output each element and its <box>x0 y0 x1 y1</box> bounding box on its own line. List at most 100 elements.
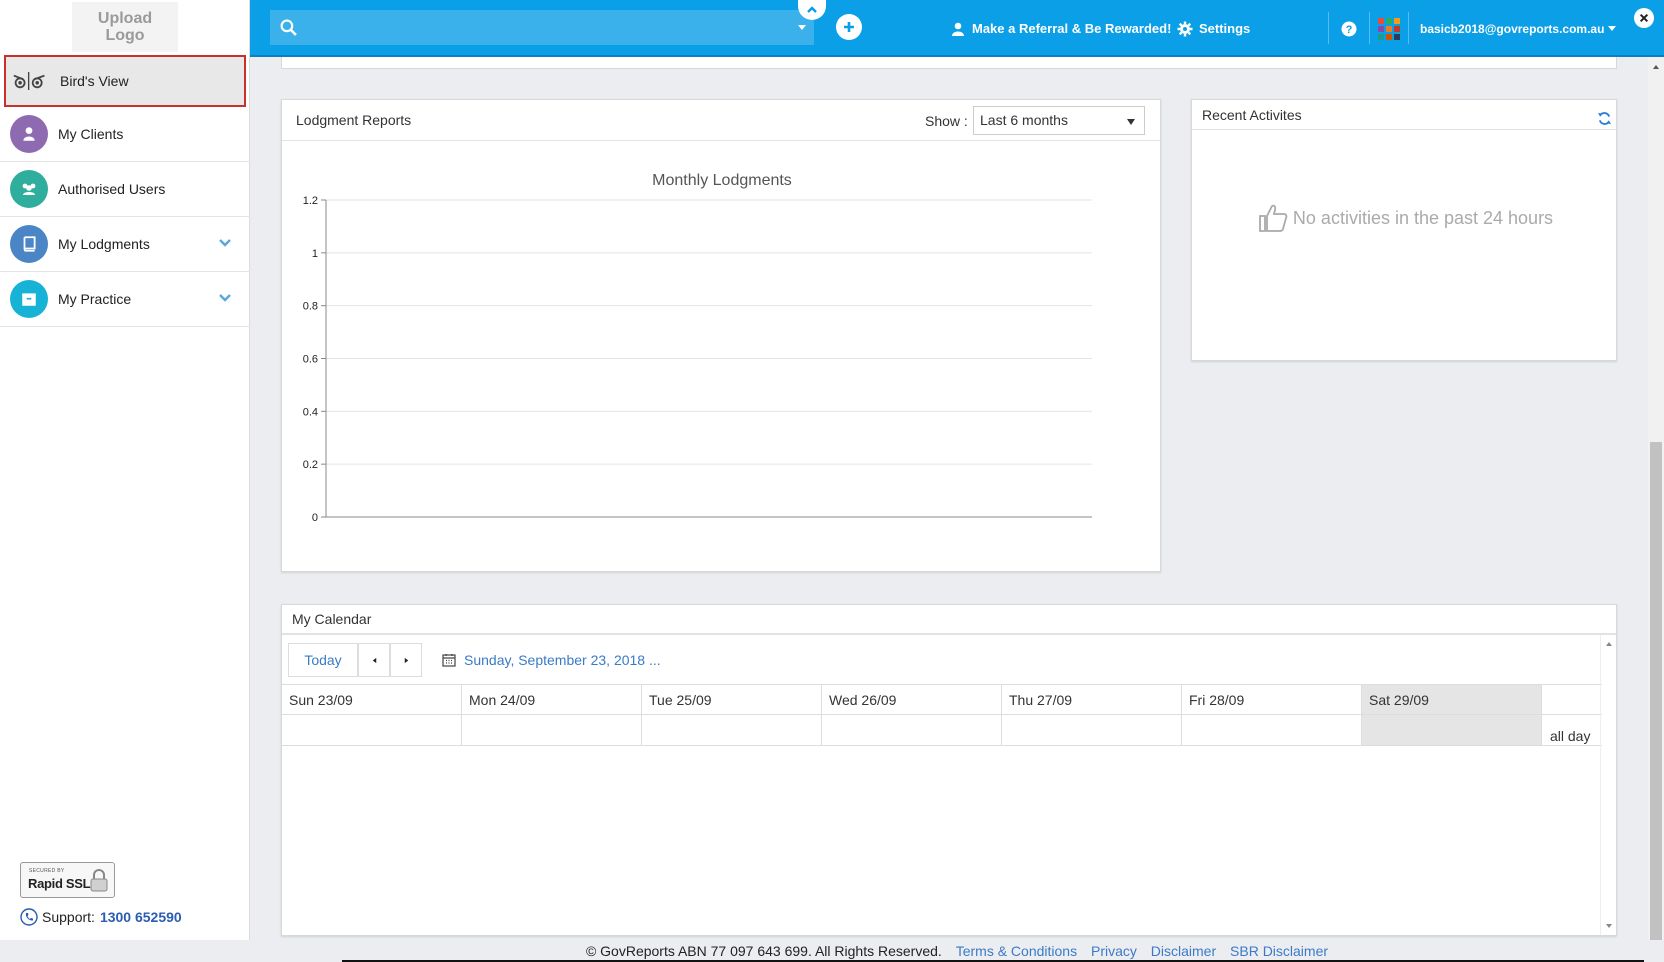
empty-state: No activities in the past 24 hours <box>1192 202 1618 234</box>
rapid-ssl-badge[interactable]: SECURED BY Rapid SSL <box>20 862 115 898</box>
sidebar-item-my-lodgments[interactable]: My Lodgments <box>0 217 250 272</box>
calendar-grid: Sun 23/09 Mon 24/09 Tue 25/09 Wed 26/09 … <box>282 684 1602 746</box>
phone-icon <box>20 908 38 926</box>
lock-icon <box>90 869 108 892</box>
lodgment-reports-panel: Lodgment Reports Show : Last 6 months Mo… <box>281 99 1161 572</box>
monthly-lodgments-chart: 1.2 1 0.8 0.6 0.4 0.2 0 <box>303 195 1092 524</box>
day-header-row: Sun 23/09 Mon 24/09 Tue 25/09 Wed 26/09 … <box>282 684 1602 715</box>
divider <box>1408 12 1409 44</box>
chevron-up-icon <box>807 6 817 13</box>
copyright: © GovReports ABN 77 097 643 699. All Rig… <box>585 943 942 959</box>
all-day-cell[interactable] <box>642 715 822 745</box>
upload-logo[interactable]: Upload Logo <box>72 2 178 52</box>
scroll-up-icon[interactable] <box>1605 641 1613 647</box>
caret-down-icon <box>1608 26 1617 31</box>
book-icon <box>10 225 48 263</box>
apps-grid-icon[interactable] <box>1378 18 1400 40</box>
sidebar-item-my-clients[interactable]: My Clients <box>0 107 250 162</box>
support-label: Support: <box>42 909 95 925</box>
add-button[interactable] <box>836 14 862 40</box>
scrollbar-thumb[interactable] <box>1650 442 1662 940</box>
disclaimer-link[interactable]: Disclaimer <box>1151 943 1216 959</box>
support-info: Support: 1300 652590 <box>20 908 182 926</box>
day-header: Sat 29/09 <box>1362 685 1542 714</box>
panel-strip <box>281 57 1617 69</box>
next-button[interactable] <box>390 643 422 677</box>
help-icon: ? <box>1341 21 1357 36</box>
privacy-link[interactable]: Privacy <box>1091 943 1137 959</box>
all-day-cell[interactable] <box>1002 715 1182 745</box>
all-day-cell[interactable] <box>822 715 1002 745</box>
refresh-icon[interactable] <box>1597 111 1612 126</box>
sidebar: Upload Logo Bird's View My Clients Autho… <box>0 0 250 940</box>
calendar-date-picker[interactable]: Sunday, September 23, 2018 ... <box>442 643 661 677</box>
sidebar-nav: Bird's View My Clients Authorised Users … <box>0 55 250 327</box>
thumbs-up-icon <box>1259 204 1288 232</box>
today-button[interactable]: Today <box>288 643 358 677</box>
sbr-disclaimer-link[interactable]: SBR Disclaimer <box>1230 943 1328 959</box>
support-phone[interactable]: 1300 652590 <box>100 909 182 925</box>
panel-title: My Calendar <box>292 611 372 627</box>
close-button[interactable] <box>1634 8 1654 28</box>
divider <box>1328 12 1329 44</box>
sidebar-item-label: Bird's View <box>60 73 129 89</box>
terms-link[interactable]: Terms & Conditions <box>956 943 1077 959</box>
user-menu[interactable]: basicb2018@govreports.com.au <box>1420 0 1617 57</box>
recent-activities-panel: Recent Activites No activities in the pa… <box>1191 99 1617 361</box>
search-icon[interactable] <box>280 19 297 36</box>
chevron-down-icon[interactable] <box>218 236 232 250</box>
empty-message: No activities in the past 24 hours <box>1292 207 1554 228</box>
scroll-down-icon[interactable] <box>1605 923 1613 929</box>
caret-right-icon <box>404 657 408 663</box>
referral-label: Make a Referral & Be Rewarded! <box>972 21 1172 36</box>
all-day-row <box>282 715 1602 746</box>
all-day-cell[interactable] <box>282 715 462 745</box>
panel-title: Recent Activites <box>1202 106 1302 123</box>
scroll-up-icon[interactable] <box>1652 64 1660 70</box>
calendar-toolbar: Today <box>288 643 422 677</box>
y-tick-label: 1.2 <box>303 195 318 207</box>
day-header: Wed 26/09 <box>822 685 1002 714</box>
plus-icon <box>844 22 854 32</box>
day-header: Thu 27/09 <box>1002 685 1182 714</box>
birds-view-icon <box>10 62 50 100</box>
calendar-scrollbar[interactable] <box>1600 635 1616 935</box>
day-header: Mon 24/09 <box>462 685 642 714</box>
ssl-caption: SECURED BY <box>29 868 65 874</box>
all-day-cell[interactable] <box>1362 715 1542 745</box>
y-tick-label: 0 <box>312 512 318 524</box>
calendar-date-label: Sunday, September 23, 2018 ... <box>464 652 661 668</box>
sidebar-item-label: My Clients <box>58 126 124 142</box>
settings-label: Settings <box>1199 21 1251 36</box>
all-day-cell[interactable] <box>462 715 642 745</box>
help-button[interactable]: ? <box>1341 0 1363 57</box>
calendar-panel: My Calendar Today Sunday, September 23, … <box>281 604 1617 936</box>
prev-button[interactable] <box>358 643 390 677</box>
sidebar-item-label: My Practice <box>58 291 132 307</box>
gear-icon <box>1177 21 1193 36</box>
users-icon <box>10 170 48 208</box>
page-scrollbar[interactable] <box>1648 57 1664 940</box>
ssl-title: Rapid SSL <box>28 876 91 891</box>
settings-link[interactable]: Settings <box>1177 0 1250 57</box>
sidebar-item-authorised-users[interactable]: Authorised Users <box>0 162 250 217</box>
referral-link[interactable]: Make a Referral & Be Rewarded! <box>950 0 1171 57</box>
search-dropdown-icon[interactable] <box>798 25 806 30</box>
footer: © GovReports ABN 77 097 643 699. All Rig… <box>250 940 1664 962</box>
all-day-cell[interactable] <box>1182 715 1362 745</box>
search-input[interactable] <box>308 10 788 45</box>
caret-left-icon <box>372 657 376 663</box>
search-bar[interactable] <box>270 10 814 45</box>
sidebar-item-birds-view[interactable]: Bird's View <box>4 55 246 107</box>
y-tick-label: 0.2 <box>303 459 318 471</box>
close-icon <box>1639 13 1649 23</box>
day-header: Fri 28/09 <box>1182 685 1362 714</box>
user-icon <box>10 115 48 153</box>
y-tick-label: 0.6 <box>303 354 318 366</box>
y-tick-label: 1 <box>312 248 318 260</box>
day-header: Tue 25/09 <box>642 685 822 714</box>
divider <box>1369 12 1370 44</box>
sidebar-item-my-practice[interactable]: My Practice <box>0 272 250 327</box>
briefcase-icon <box>10 280 48 318</box>
chevron-down-icon[interactable] <box>218 291 232 305</box>
